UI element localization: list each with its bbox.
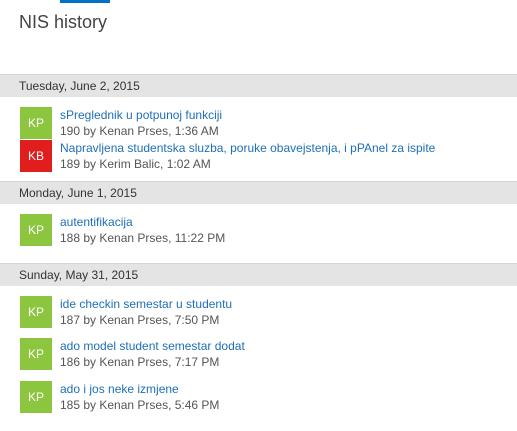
commit-item[interactable]: KB Napravljena studentska sluzba, poruke… <box>0 139 517 181</box>
commit-title-link[interactable]: autentifikacija <box>60 215 133 229</box>
commit-item[interactable]: KP ado i jos neke izmjene 185 by Kenan P… <box>0 371 517 413</box>
avatar: KP <box>20 296 52 328</box>
commit-title-link[interactable]: ide checkin semestar u studentu <box>60 297 232 311</box>
commit-meta: 189 by Kerim Balic, 1:02 AM <box>60 157 211 171</box>
day-header: Monday, June 1, 2015 <box>0 181 517 204</box>
commit-meta: 190 by Kenan Prses, 1:36 AM <box>60 124 219 138</box>
avatar: KP <box>20 338 52 370</box>
avatar: KP <box>20 381 52 413</box>
avatar: KP <box>20 214 52 246</box>
history-list: Tuesday, June 2, 2015 KP sPreglednik u p… <box>0 74 517 413</box>
page-title: NIS history <box>19 12 108 32</box>
commit-item[interactable]: KP autentifikacija 188 by Kenan Prses, 1… <box>0 204 517 263</box>
avatar: KP <box>20 107 52 139</box>
active-tab-indicator <box>60 0 110 3</box>
commit-title-link[interactable]: Napravljena studentska sluzba, poruke ob… <box>60 141 435 155</box>
commit-item[interactable]: KP sPreglednik u potpunoj funkciji 190 b… <box>0 97 517 139</box>
commit-item[interactable]: KP ado model student semestar dodat 186 … <box>0 328 517 371</box>
commit-title-link[interactable]: ado model student semestar dodat <box>60 339 245 353</box>
commit-meta: 188 by Kenan Prses, 11:22 PM <box>60 231 226 245</box>
commit-meta: 185 by Kenan Prses, 5:46 PM <box>60 398 220 412</box>
history-page: NIS history Tuesday, June 2, 2015 KP sPr… <box>0 0 517 431</box>
commit-title-link[interactable]: ado i jos neke izmjene <box>60 382 179 396</box>
commit-item[interactable]: KP ide checkin semestar u studentu 187 b… <box>0 286 517 328</box>
day-header: Sunday, May 31, 2015 <box>0 263 517 286</box>
commit-meta: 187 by Kenan Prses, 7:50 PM <box>60 313 220 327</box>
commit-title-link[interactable]: sPreglednik u potpunoj funkciji <box>60 108 222 122</box>
day-header: Tuesday, June 2, 2015 <box>0 74 517 97</box>
commit-meta: 186 by Kenan Prses, 7:17 PM <box>60 355 220 369</box>
avatar: KB <box>20 140 52 172</box>
